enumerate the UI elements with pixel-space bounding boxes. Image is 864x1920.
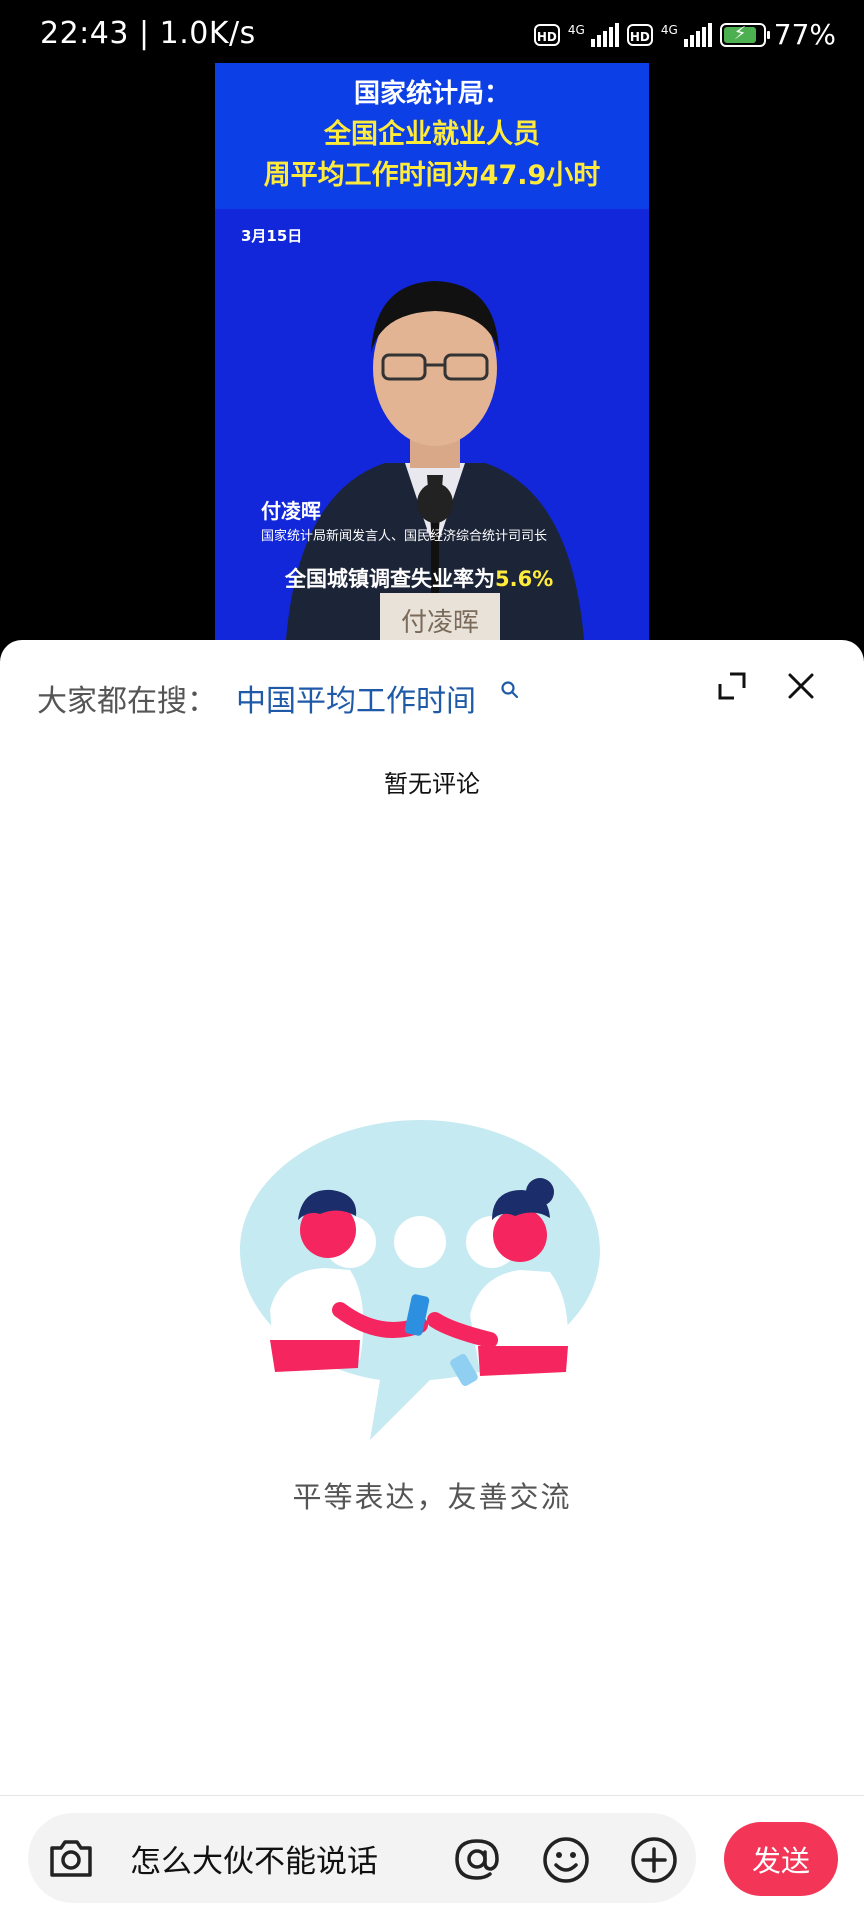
status-bar: 22:43 | 1.0K/s HD 4G HD 4G ⚡ 77% bbox=[0, 0, 864, 64]
empty-comments-tagline: 平等表达，友善交流 bbox=[292, 1480, 572, 1514]
signal-icon bbox=[590, 22, 619, 47]
speaker-name: 付凌晖 bbox=[261, 499, 321, 523]
network-type-label: 4G bbox=[660, 22, 678, 37]
expand-icon[interactable] bbox=[716, 670, 748, 702]
signal-icon bbox=[683, 22, 712, 47]
search-icon[interactable] bbox=[500, 680, 520, 700]
chat-illustration bbox=[240, 1120, 600, 1440]
comment-sheet: 大家都在搜： 中国平均工作时间 暂无评论 平等表达，友善交流 bbox=[0, 640, 864, 1920]
empty-comments-title: 暂无评论 bbox=[384, 770, 480, 798]
battery-percent: 77% bbox=[773, 18, 836, 51]
hd-icon: HD bbox=[533, 23, 560, 46]
status-time: 22:43 | 1.0K/s bbox=[40, 16, 256, 51]
plus-icon[interactable] bbox=[628, 1834, 680, 1886]
video-title-banner: 国家统计局： 全国企业就业人员 周平均工作时间为47.9小时 bbox=[215, 63, 649, 209]
video-stat-caption: 全国城镇调查失业率为5.6% bbox=[285, 563, 553, 593]
network-type-label: 4G bbox=[567, 22, 585, 37]
send-button[interactable]: 发送 bbox=[724, 1822, 838, 1896]
battery-icon: ⚡ bbox=[719, 22, 770, 47]
trending-label: 大家都在搜： bbox=[37, 684, 217, 719]
comment-input[interactable] bbox=[130, 1833, 430, 1883]
nameplate: 付凌晖 bbox=[380, 593, 500, 643]
emoji-icon[interactable] bbox=[540, 1834, 592, 1886]
video-date: 3月15日 bbox=[241, 227, 303, 245]
speaker-role: 国家统计局新闻发言人、国民经济综合统计司司长 bbox=[261, 529, 548, 544]
hd-icon: HD bbox=[626, 23, 653, 46]
video-title-line: 全国企业就业人员 bbox=[324, 119, 540, 150]
trending-search-link[interactable]: 中国平均工作时间 bbox=[236, 676, 476, 720]
video-title-line: 国家统计局： bbox=[353, 79, 510, 109]
status-icons: HD 4G HD 4G ⚡ 77% bbox=[533, 18, 836, 51]
video-player[interactable]: 国家统计局： 全国企业就业人员 周平均工作时间为47.9小时 3月15日 付凌晖… bbox=[215, 63, 649, 643]
at-icon[interactable] bbox=[452, 1834, 502, 1884]
input-divider bbox=[0, 1795, 864, 1796]
camera-icon[interactable] bbox=[46, 1833, 96, 1883]
video-title-line: 周平均工作时间为47.9小时 bbox=[263, 160, 601, 191]
stat-prefix: 全国城镇调查失业率为 bbox=[285, 567, 495, 591]
close-icon[interactable] bbox=[785, 670, 817, 702]
stat-value: 5.6% bbox=[495, 567, 554, 591]
